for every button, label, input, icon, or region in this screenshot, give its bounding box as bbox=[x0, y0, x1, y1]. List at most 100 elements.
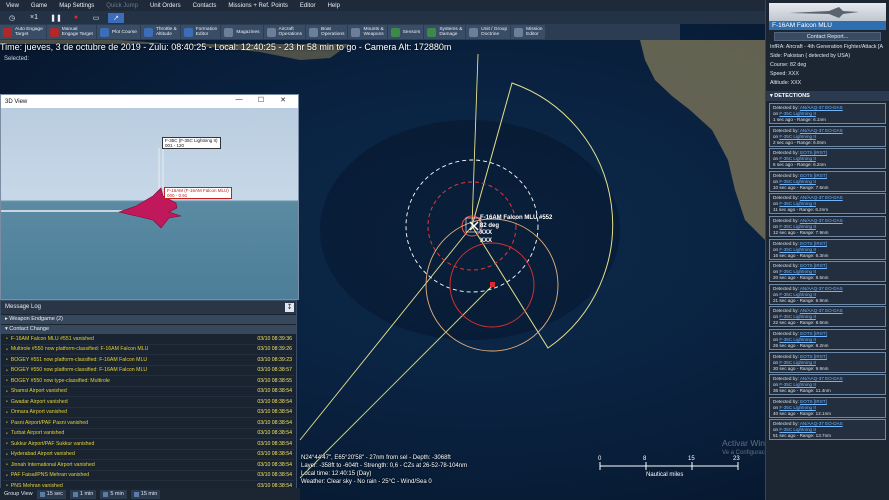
log-row[interactable]: Multirole #550 now platform-classified: … bbox=[3, 345, 294, 355]
detection-item[interactable]: Detected by: EOTS [IRST] on F-35C Lightni… bbox=[769, 238, 886, 260]
detection-platform[interactable]: F-35C Lightning II bbox=[779, 292, 816, 297]
log-row[interactable]: Hyderabad Airport vanished 03/10 08:38:54 bbox=[3, 450, 294, 460]
detection-sensor[interactable]: EOTS [IRST] bbox=[800, 150, 827, 155]
detection-item[interactable]: Detected by: AN/AAQ-37 EO-DAS on F-35C Li… bbox=[769, 103, 886, 124]
menu-editor[interactable]: Editor bbox=[294, 3, 322, 9]
detection-platform[interactable]: F-35C Lightning II bbox=[779, 156, 816, 161]
detection-sensor[interactable]: AN/AAQ-37 EO-DAS bbox=[800, 308, 843, 313]
detection-platform[interactable]: F-35C Lightning II bbox=[779, 201, 816, 206]
detection-sensor[interactable]: EOTS [IRST] bbox=[800, 354, 827, 359]
detection-item[interactable]: Detected by: EOTS [IRST] on F-35C Lightni… bbox=[769, 170, 886, 192]
log-row[interactable]: PAF Faisal/PNS Mehran vanished 03/10 08:3… bbox=[3, 471, 294, 481]
detection-platform[interactable]: F-35C Lightning II bbox=[779, 405, 816, 410]
log-row[interactable]: Gwadar Airport vanished 03/10 08:38:54 bbox=[3, 397, 294, 408]
log-row[interactable]: Sukkur Airport/PAF Sukkur vanished 03/10 … bbox=[3, 439, 294, 450]
detection-platform[interactable]: F-35C Lightning II bbox=[779, 111, 816, 116]
mounts-weapons-button[interactable]: Mounts & Weapons bbox=[348, 25, 387, 39]
contact-report-button[interactable]: Contact Report... bbox=[774, 32, 881, 41]
detection-sensor[interactable]: AN/AAQ-37 EO-DAS bbox=[800, 105, 843, 110]
time-step-1m-button[interactable]: 1 min bbox=[69, 489, 97, 499]
formation-editor-button[interactable]: Formation Editor bbox=[180, 25, 221, 39]
maximize-icon[interactable]: ☐ bbox=[250, 96, 272, 104]
log-row[interactable]: F-16AM Falcon MLU #551 vanished 03/10 08:… bbox=[3, 334, 294, 345]
cursor-icon[interactable]: ↗ bbox=[108, 12, 124, 23]
detection-item[interactable]: Detected by: AN/AAQ-37 EO-DAS on F-35C Li… bbox=[769, 374, 886, 396]
doctrine-button[interactable]: Unit / Group Doctrine bbox=[466, 25, 511, 39]
menu-contacts[interactable]: Contacts bbox=[187, 3, 223, 9]
view-3d-scene[interactable]: F-35C (F-35C Lightning II) 001 - 120 F-1… bbox=[1, 108, 298, 299]
log-group-contact-change[interactable]: ▾ Contact Change bbox=[1, 325, 296, 334]
log-row[interactable]: Ormara Airport vanished 03/10 08:38:54 bbox=[3, 408, 294, 418]
sensors-button[interactable]: Sensors bbox=[387, 25, 424, 39]
record-icon[interactable]: ● bbox=[68, 13, 84, 23]
detection-sensor[interactable]: AN/AAQ-37 EO-DAS bbox=[800, 218, 843, 223]
detection-item[interactable]: Detected by: EOTS [IRST] on F-35C Lightni… bbox=[769, 328, 886, 350]
magazines-button[interactable]: Magazines bbox=[221, 25, 263, 39]
detection-platform[interactable]: F-35C Lightning II bbox=[779, 382, 816, 387]
log-row[interactable]: BOGEY #551 now platform-classified: F-16… bbox=[3, 355, 294, 366]
log-group-weapon-endgame[interactable]: ▸ Weapon Endgame (2) bbox=[1, 315, 296, 324]
menu-unit-orders[interactable]: Unit Orders bbox=[144, 3, 187, 9]
detection-item[interactable]: Detected by: AN/AAQ-37 EO-DAS on F-35C Li… bbox=[769, 125, 886, 147]
detection-item[interactable]: Detected by: AN/AAQ-37 EO-DAS on F-35C Li… bbox=[769, 283, 886, 305]
detection-sensor[interactable]: AN/AAQ-37 EO-DAS bbox=[800, 128, 843, 133]
auto-engage-button[interactable]: Auto Engage Target bbox=[0, 25, 46, 39]
detection-sensor[interactable]: EOTS [IRST] bbox=[800, 263, 827, 268]
detection-item[interactable]: Detected by: AN/AAQ-37 EO-DAS on F-35C Li… bbox=[769, 419, 886, 441]
minimize-icon[interactable]: — bbox=[228, 96, 250, 104]
log-row[interactable]: Shamsi Airport vanished 03/10 08:38:54 bbox=[3, 387, 294, 397]
speed-multiplier[interactable]: ×1 bbox=[24, 13, 44, 23]
log-row[interactable]: BOGEY #550 now type-classified: Multirol… bbox=[3, 376, 294, 387]
detection-item[interactable]: Detected by: EOTS [IRST] on F-35C Lightni… bbox=[769, 261, 886, 283]
detection-platform[interactable]: F-35C Lightning II bbox=[779, 134, 816, 139]
detection-platform[interactable]: F-35C Lightning II bbox=[779, 179, 816, 184]
boat-operations-button[interactable]: Boat Operations bbox=[306, 25, 348, 39]
detection-sensor[interactable]: EOTS [IRST] bbox=[800, 173, 827, 178]
detection-platform[interactable]: F-35C Lightning II bbox=[779, 224, 816, 229]
log-row[interactable]: Turbat Airport vanished 03/10 08:38:54 bbox=[3, 429, 294, 439]
log-row[interactable]: BOGEY #550 now platform-classified: F-16… bbox=[3, 366, 294, 376]
view-3d-titlebar[interactable]: 3D View — ☐ ✕ bbox=[1, 95, 298, 108]
menu-view[interactable]: View bbox=[0, 3, 25, 9]
detection-item[interactable]: Detected by: AN/AAQ-37 EO-DAS on F-35C Li… bbox=[769, 306, 886, 328]
close-icon[interactable]: ✕ bbox=[272, 96, 294, 104]
detection-item[interactable]: Detected by: EOTS [IRST] on F-35C Lightni… bbox=[769, 148, 886, 170]
aircraft-operations-button[interactable]: Aircraft Operations bbox=[263, 25, 305, 39]
time-step-15m-button[interactable]: 15 min bbox=[130, 489, 161, 499]
detections-header[interactable]: ▾ DETECTIONS bbox=[766, 91, 889, 101]
detection-sensor[interactable]: AN/AAQ-37 EO-DAS bbox=[800, 195, 843, 200]
detection-sensor[interactable]: EOTS [IRST] bbox=[800, 331, 827, 336]
monitor-icon[interactable]: ▭ bbox=[88, 13, 104, 23]
download-icon[interactable]: ↧ bbox=[285, 303, 294, 312]
pause-icon[interactable]: ❚❚ bbox=[48, 13, 64, 23]
menu-game[interactable]: Game bbox=[25, 3, 53, 9]
detection-platform[interactable]: F-35C Lightning II bbox=[779, 269, 816, 274]
menu-quick-jump[interactable]: Quick Jump bbox=[100, 3, 144, 9]
contact-marker-red[interactable] bbox=[490, 282, 495, 287]
systems-damage-button[interactable]: Systems & Damage bbox=[424, 25, 466, 39]
detection-platform[interactable]: F-35C Lightning II bbox=[779, 360, 816, 365]
log-row[interactable]: Pasni Airport/PAF Pasni vanished 03/10 08… bbox=[3, 418, 294, 429]
detection-platform[interactable]: F-35C Lightning II bbox=[779, 337, 816, 342]
detection-sensor[interactable]: EOTS [IRST] bbox=[800, 399, 827, 404]
manual-engage-button[interactable]: Manual Engage Target bbox=[46, 25, 96, 39]
time-step-5m-button[interactable]: 5 min bbox=[100, 489, 127, 499]
detection-item[interactable]: Detected by: AN/AAQ-37 EO-DAS on F-35C Li… bbox=[769, 193, 886, 215]
detection-platform[interactable]: F-35C Lightning II bbox=[779, 427, 816, 432]
detection-sensor[interactable]: EOTS [IRST] bbox=[800, 241, 827, 246]
mission-editor-button[interactable]: Mission Editor bbox=[511, 25, 546, 39]
detection-platform[interactable]: F-35C Lightning II bbox=[779, 314, 816, 319]
menu-missions[interactable]: Missions + Ref. Points bbox=[222, 3, 294, 9]
time-step-15s-button[interactable]: 15 sec bbox=[36, 489, 66, 499]
plot-course-button[interactable]: Plot Course bbox=[96, 25, 140, 39]
log-row[interactable]: Jinnah International Airport vanished 03/… bbox=[3, 460, 294, 471]
detection-item[interactable]: Detected by: EOTS [IRST] on F-35C Lightni… bbox=[769, 351, 886, 373]
detection-sensor[interactable]: AN/AAQ-37 EO-DAS bbox=[800, 286, 843, 291]
detection-sensor[interactable]: AN/AAQ-37 EO-DAS bbox=[800, 376, 843, 381]
clock-icon[interactable]: ◷ bbox=[4, 13, 20, 23]
detection-item[interactable]: Detected by: AN/AAQ-37 EO-DAS on F-35C Li… bbox=[769, 215, 886, 237]
menu-map-settings[interactable]: Map Settings bbox=[53, 3, 100, 9]
detection-item[interactable]: Detected by: EOTS [IRST] on F-35C Lightni… bbox=[769, 396, 886, 418]
detection-platform[interactable]: F-35C Lightning II bbox=[779, 247, 816, 252]
throttle-altitude-button[interactable]: Throttle & Altitude bbox=[140, 25, 180, 39]
